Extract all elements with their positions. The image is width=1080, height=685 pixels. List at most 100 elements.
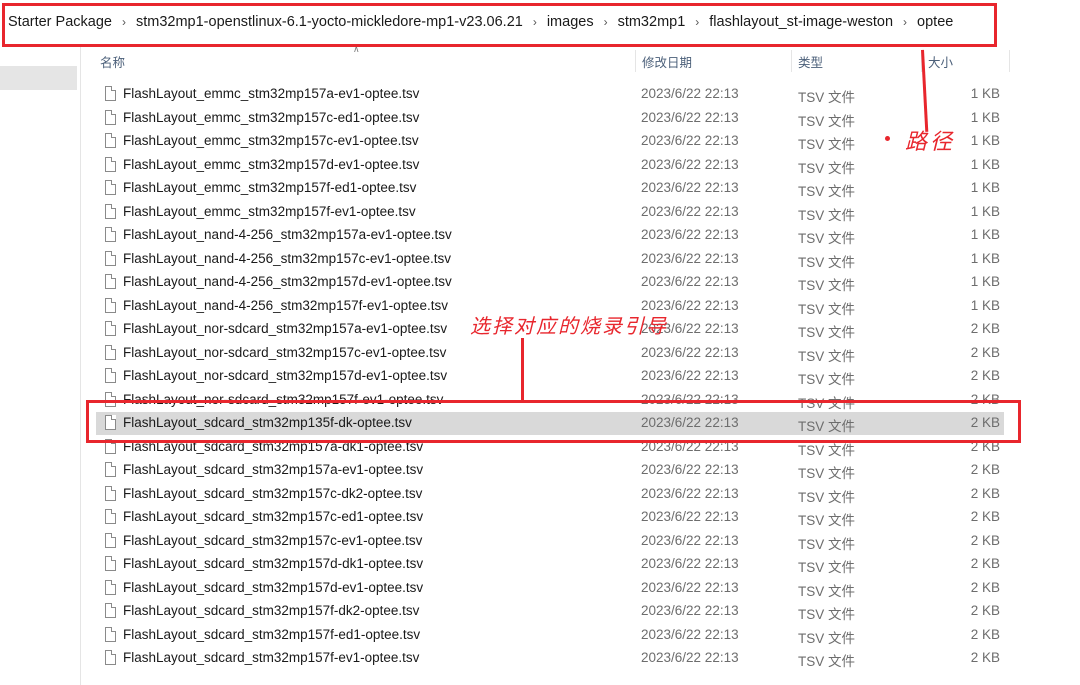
file-size: 1 KB — [970, 109, 1000, 125]
file-type: TSV 文件 — [798, 372, 856, 387]
file-name: FlashLayout_nand-4-256_stm32mp157d-ev1-o… — [123, 274, 452, 289]
file-name: FlashLayout_nand-4-256_stm32mp157a-ev1-o… — [123, 227, 452, 242]
file-row[interactable]: FlashLayout_nand-4-256_stm32mp157d-ev1-o… — [96, 271, 1004, 294]
file-size: 1 KB — [970, 156, 1000, 172]
file-row[interactable]: FlashLayout_nand-4-256_stm32mp157c-ev1-o… — [96, 248, 1004, 271]
file-date: 2023/6/22 22:13 — [641, 250, 739, 266]
file-icon — [105, 579, 116, 595]
file-type: TSV 文件 — [798, 583, 856, 599]
file-icon — [105, 297, 116, 313]
file-row[interactable]: FlashLayout_sdcard_stm32mp157a-ev1-optee… — [96, 459, 1004, 482]
file-type: TSV 文件 — [798, 207, 856, 223]
file-icon — [105, 274, 116, 289]
file-size: 1 KB — [970, 297, 1000, 313]
file-row[interactable]: FlashLayout_sdcard_stm32mp157f-ed1-optee… — [96, 624, 1004, 647]
file-name: FlashLayout_nor-sdcard_stm32mp157a-ev1-o… — [123, 321, 448, 336]
file-date: 2023/6/22 22:13 — [641, 603, 739, 618]
file-row[interactable]: FlashLayout_emmc_stm32mp157d-ev1-optee.t… — [96, 154, 1004, 177]
file-type: TSV 文件 — [798, 113, 856, 129]
navigation-selected-item[interactable] — [0, 66, 77, 90]
file-date: 2023/6/22 22:13 — [641, 579, 739, 595]
file-date: 2023/6/22 22:13 — [641, 133, 739, 148]
file-date: 2023/6/22 22:13 — [641, 532, 739, 548]
file-icon — [105, 227, 116, 242]
file-icon — [105, 203, 116, 219]
file-size: 1 KB — [970, 180, 1000, 195]
file-size: 2 KB — [970, 579, 1000, 595]
file-icon — [105, 180, 116, 195]
file-icon — [105, 156, 116, 172]
file-type: TSV 文件 — [798, 489, 856, 505]
file-date: 2023/6/22 22:13 — [641, 485, 739, 501]
file-icon — [105, 133, 116, 148]
file-size: 1 KB — [970, 86, 1000, 101]
file-name: FlashLayout_sdcard_stm32mp157d-ev1-optee… — [123, 579, 424, 595]
file-row[interactable]: FlashLayout_emmc_stm32mp157c-ed1-optee.t… — [96, 107, 1004, 130]
file-size: 1 KB — [970, 133, 1000, 148]
file-type: TSV 文件 — [798, 137, 856, 152]
file-size: 1 KB — [970, 227, 1000, 242]
column-header-name[interactable]: 名称 — [94, 50, 636, 72]
file-date: 2023/6/22 22:13 — [641, 109, 739, 125]
file-size: 2 KB — [970, 509, 1000, 524]
file-name: FlashLayout_nor-sdcard_stm32mp157d-ev1-o… — [123, 368, 448, 383]
column-header-date-label: 修改日期 — [642, 55, 693, 70]
file-name: FlashLayout_nor-sdcard_stm32mp157c-ev1-o… — [123, 344, 447, 360]
annotation-dot — [885, 136, 890, 141]
file-name: FlashLayout_sdcard_stm32mp157a-ev1-optee… — [123, 462, 424, 477]
file-icon — [105, 321, 116, 336]
file-size: 2 KB — [970, 368, 1000, 383]
file-date: 2023/6/22 22:13 — [641, 86, 739, 101]
file-name: FlashLayout_emmc_stm32mp157c-ev1-optee.t… — [123, 133, 419, 148]
file-icon — [105, 650, 116, 665]
file-row[interactable]: FlashLayout_sdcard_stm32mp157f-ev1-optee… — [96, 647, 1004, 670]
file-row[interactable]: FlashLayout_sdcard_stm32mp157f-dk2-optee… — [96, 600, 1004, 623]
file-size: 1 KB — [970, 274, 1000, 289]
navigation-pane[interactable] — [0, 44, 81, 685]
file-size: 2 KB — [970, 344, 1000, 360]
file-type: TSV 文件 — [798, 254, 856, 270]
file-icon — [105, 250, 116, 266]
file-name: FlashLayout_emmc_stm32mp157d-ev1-optee.t… — [123, 156, 420, 172]
file-name: FlashLayout_sdcard_stm32mp157f-ev1-optee… — [123, 650, 420, 665]
file-row[interactable]: FlashLayout_nor-sdcard_stm32mp157d-ev1-o… — [96, 365, 1004, 388]
column-header-type[interactable]: 类型 — [792, 50, 922, 72]
file-size: 2 KB — [970, 650, 1000, 665]
file-type: TSV 文件 — [798, 278, 856, 293]
file-row[interactable]: FlashLayout_emmc_stm32mp157f-ed1-optee.t… — [96, 177, 1004, 200]
file-row[interactable]: FlashLayout_emmc_stm32mp157f-ev1-optee.t… — [96, 201, 1004, 224]
column-header-date[interactable]: 修改日期 — [636, 50, 792, 72]
file-row[interactable]: FlashLayout_sdcard_stm32mp157c-dk2-optee… — [96, 483, 1004, 506]
file-icon — [105, 462, 116, 477]
file-name: FlashLayout_sdcard_stm32mp157c-dk2-optee… — [123, 485, 423, 501]
annotation-selection-pointer — [521, 338, 524, 400]
file-row[interactable]: FlashLayout_sdcard_stm32mp157c-ed1-optee… — [96, 506, 1004, 529]
file-name: FlashLayout_sdcard_stm32mp157f-dk2-optee… — [123, 603, 420, 618]
file-row[interactable]: FlashLayout_sdcard_stm32mp157c-ev1-optee… — [96, 530, 1004, 553]
column-header-size-label: 大小 — [928, 55, 954, 70]
file-type: TSV 文件 — [798, 630, 856, 646]
file-size: 1 KB — [970, 203, 1000, 219]
file-row[interactable]: FlashLayout_emmc_stm32mp157a-ev1-optee.t… — [96, 83, 1004, 106]
file-type: TSV 文件 — [798, 654, 856, 669]
file-type: TSV 文件 — [798, 160, 856, 176]
file-row[interactable]: FlashLayout_nor-sdcard_stm32mp157c-ev1-o… — [96, 342, 1004, 365]
file-row[interactable]: FlashLayout_nand-4-256_stm32mp157a-ev1-o… — [96, 224, 1004, 247]
file-name: FlashLayout_nand-4-256_stm32mp157f-ev1-o… — [123, 297, 448, 313]
file-icon — [105, 485, 116, 501]
file-name: FlashLayout_emmc_stm32mp157f-ev1-optee.t… — [123, 203, 416, 219]
column-header-size[interactable]: 大小 — [922, 50, 1010, 72]
file-type: TSV 文件 — [798, 607, 856, 622]
file-row[interactable]: FlashLayout_sdcard_stm32mp157d-ev1-optee… — [96, 577, 1004, 600]
annotation-path-box — [2, 3, 997, 47]
file-size: 2 KB — [970, 321, 1000, 336]
file-date: 2023/6/22 22:13 — [641, 650, 739, 665]
file-row[interactable]: FlashLayout_sdcard_stm32mp157d-dk1-optee… — [96, 553, 1004, 576]
file-row[interactable]: FlashLayout_emmc_stm32mp157c-ev1-optee.t… — [96, 130, 1004, 153]
file-name: FlashLayout_sdcard_stm32mp157c-ed1-optee… — [123, 509, 424, 524]
file-type: TSV 文件 — [798, 325, 856, 340]
file-date: 2023/6/22 22:13 — [641, 626, 739, 642]
file-size: 2 KB — [970, 603, 1000, 618]
annotation-selection-box — [86, 400, 1021, 443]
file-type: TSV 文件 — [798, 301, 856, 317]
